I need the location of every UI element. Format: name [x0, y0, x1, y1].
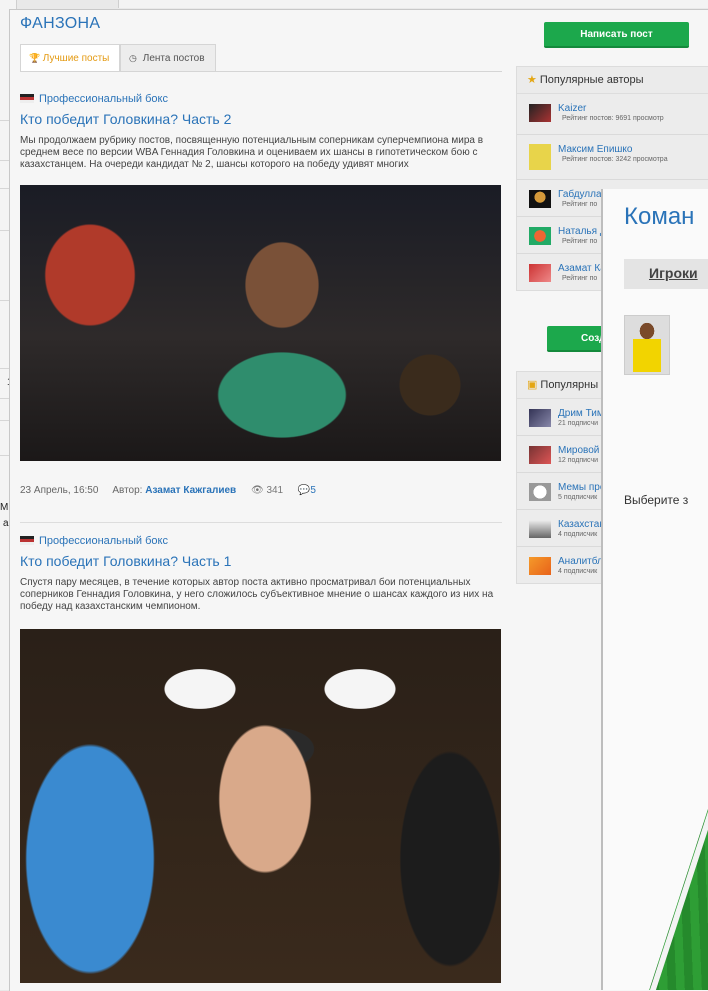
blog-subscribers: 4 подписчик	[558, 568, 598, 575]
author-name[interactable]: Габдулла	[558, 189, 602, 200]
category-flag-icon	[20, 94, 34, 103]
tab-posts-feed[interactable]: ◷ Лента постов	[120, 44, 216, 71]
blog-subscribers: 21 подписчи	[558, 420, 599, 427]
post-author-link[interactable]: Азамат Кажгалиев	[145, 485, 236, 496]
eye-icon: 👁	[250, 485, 264, 496]
post-card: Профессиональный бокс Кто победит Головк…	[20, 92, 502, 497]
author-name[interactable]: Максим Епишко	[558, 144, 632, 155]
author-rating: Рейтинг постов: 9691 просмотр	[562, 115, 664, 122]
post-excerpt: Спустя пару месяцев, в течение которых а…	[20, 577, 494, 612]
panel-title: Популярные авторы	[539, 74, 644, 86]
author-rating: Рейтинг по	[562, 275, 598, 282]
background-fragment: М	[0, 502, 9, 513]
trophy-icon: 🏆	[29, 53, 41, 63]
author-rating: Рейтинг постов: 3242 просмотра	[562, 156, 668, 163]
author-name[interactable]: Kaizer	[558, 103, 586, 114]
clock-icon: ◷	[129, 53, 137, 63]
views-count: 👁 341	[250, 485, 284, 496]
blog-name[interactable]: Дрим Тим	[558, 408, 604, 419]
panel-title: Популярны	[540, 379, 599, 391]
post-title[interactable]: Кто победит Головкина? Часть 1	[20, 552, 502, 570]
team-modal: Коман Игроки Выберите з	[601, 189, 708, 990]
author-name[interactable]: Наталья Д	[558, 226, 607, 237]
author-rating: Рейтинг по	[562, 238, 598, 245]
avatar	[529, 483, 551, 501]
post-image[interactable]	[20, 185, 501, 461]
post-meta: 23 Апрель, 16:50 Автор: Азамат Кажгалиев…	[20, 485, 502, 497]
modal-hint: Выберите з	[624, 493, 689, 507]
write-post-button[interactable]: Написать пост	[544, 22, 689, 48]
post-title[interactable]: Кто победит Головкина? Часть 2	[20, 110, 502, 128]
author-rating: Рейтинг по	[562, 201, 598, 208]
avatar	[529, 264, 551, 282]
author-label: Автор:	[112, 485, 143, 496]
modal-title: Коман	[624, 203, 695, 230]
background-top-bar	[118, 0, 708, 8]
blog-subscribers: 4 подписчик	[558, 531, 598, 538]
blog-name[interactable]: Казахстан	[558, 519, 605, 530]
avatar	[529, 144, 551, 170]
tab-best-posts[interactable]: 🏆 Лучшие посты	[20, 44, 120, 71]
avatar	[529, 227, 551, 245]
post-image[interactable]	[20, 629, 501, 983]
avatar	[529, 446, 551, 464]
page-title: ФАНЗОНА	[20, 15, 101, 32]
blog-subscribers: 12 подписчи	[558, 457, 599, 464]
post-category[interactable]: Профессиональный бокс	[20, 534, 502, 548]
tabs-underline	[20, 71, 502, 72]
category-flag-icon	[20, 536, 34, 545]
player-avatar[interactable]	[624, 315, 670, 375]
panel-header: ★ Популярные авторы	[517, 67, 708, 94]
post-date: 23 Апрель, 16:50	[20, 485, 99, 496]
blog-name[interactable]: Мемы про	[558, 482, 605, 493]
blog-name[interactable]: Аналитбл	[558, 556, 603, 567]
post-divider	[20, 522, 502, 523]
author-item[interactable]: Максим Епишко Рейтинг постов: 3242 просм…	[517, 135, 708, 180]
author-item[interactable]: Kaizer Рейтинг постов: 9691 просмотр	[517, 94, 708, 135]
football-field	[643, 749, 708, 990]
comment-icon: 💬	[297, 485, 311, 496]
avatar	[529, 190, 551, 208]
comments-count[interactable]: 💬5	[298, 485, 316, 496]
avatar	[529, 409, 551, 427]
tab-players[interactable]: Игроки	[624, 259, 708, 289]
author-name[interactable]: Азамат Ка	[558, 263, 606, 274]
post-excerpt: Мы продолжаем рубрику постов, посвященну…	[20, 135, 484, 170]
analytics-icon	[529, 557, 551, 575]
avatar	[529, 104, 551, 122]
post-card: Профессиональный бокс Кто победит Головк…	[20, 534, 502, 983]
avatar	[529, 520, 551, 538]
blog-name[interactable]: Мировой	[558, 445, 599, 456]
post-category[interactable]: Профессиональный бокс	[20, 92, 502, 106]
blog-icon: ▣	[527, 379, 538, 391]
star-icon: ★	[527, 74, 537, 86]
background-fragment: а	[3, 518, 9, 529]
blog-subscribers: 5 подписчик	[558, 494, 598, 501]
